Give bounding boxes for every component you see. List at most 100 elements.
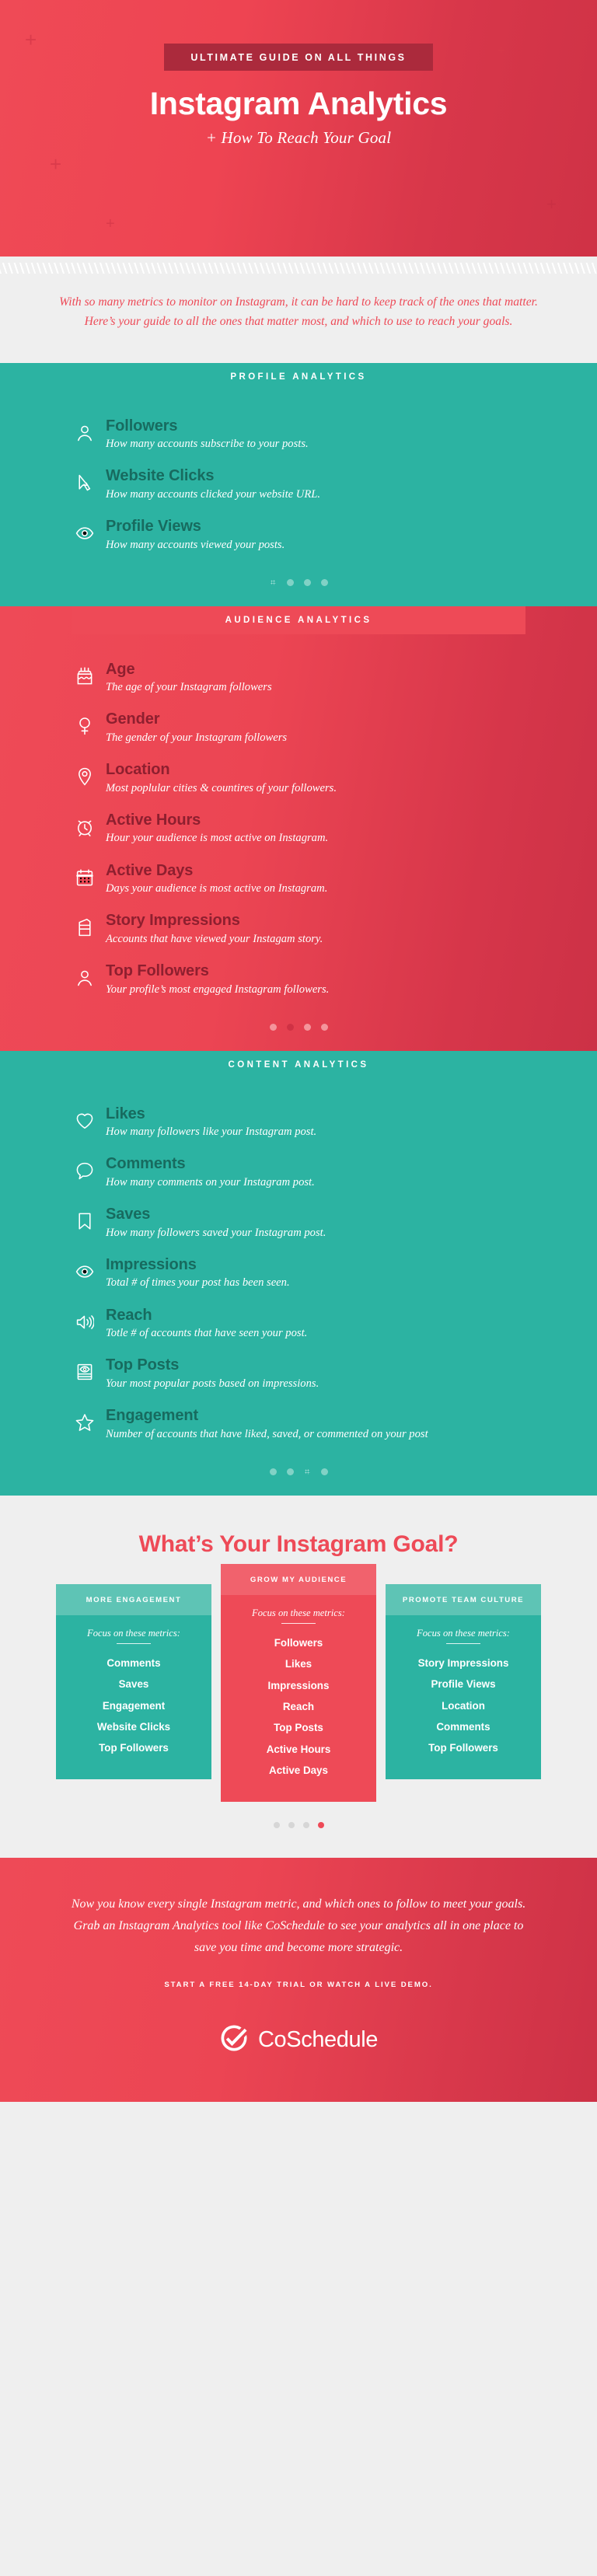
pagination-dot[interactable] <box>320 1468 328 1475</box>
section-body: Age The age of your Instagram followers Ge… <box>0 634 597 997</box>
metric-title: Top Posts <box>106 1356 180 1374</box>
goal-card-grow-my-audience[interactable]: Grow My Audience Focus on these metrics: F… <box>221 1563 376 1802</box>
section-body: Followers How many accounts subscribe to … <box>0 391 597 553</box>
pagination-dot[interactable] <box>269 1023 277 1031</box>
hero-subtitle: + How To Reach Your Goal <box>205 128 392 148</box>
pagination-dot[interactable] <box>288 1821 295 1828</box>
pagination-dot[interactable] <box>270 579 277 586</box>
goal-card-metric: Followers <box>274 1636 323 1649</box>
analytics-sections: Profile Analytics Followers How many accou… <box>0 362 597 1496</box>
metric-title: Engagement <box>106 1407 199 1424</box>
gender-icon <box>72 710 98 735</box>
metric-text: Top Followers Your profile’s most engaged… <box>98 962 525 997</box>
section-pagination-dots[interactable] <box>0 1013 597 1051</box>
divider <box>281 1622 316 1624</box>
plus-decoration-icon: + <box>546 194 557 214</box>
plus-decoration-icon: + <box>106 215 115 232</box>
calendar-icon <box>72 862 98 887</box>
divider <box>117 1642 151 1644</box>
metric-row: Top Followers Your profile’s most engaged… <box>72 962 525 997</box>
cursor-icon <box>72 467 98 492</box>
pagination-dot[interactable] <box>320 578 328 586</box>
hero-banner: + + + + + Ultimate Guide on All Things I… <box>0 0 597 257</box>
metric-text: Followers How many accounts subscribe to … <box>98 417 525 452</box>
metric-title: Story Impressions <box>106 912 240 930</box>
pagination-dot[interactable] <box>303 578 311 586</box>
goal-card-metric: Comments <box>106 1656 161 1669</box>
pagination-dot[interactable] <box>303 1023 311 1031</box>
metric-description: How many followers saved your Instagram … <box>106 1226 326 1239</box>
metric-text: Active Hours Hour your audience is most a… <box>98 812 525 846</box>
heart-icon <box>72 1105 98 1130</box>
metric-row: Location Most poplular cities & countires… <box>72 761 525 796</box>
section-header-content-analytics: Content Analytics <box>72 1050 525 1079</box>
pagination-dot[interactable] <box>273 1821 280 1828</box>
section-pagination-dots[interactable] <box>0 568 597 606</box>
metric-description: The age of your Instagram followers <box>106 681 272 694</box>
brand-name: CoSchedule <box>258 2026 378 2052</box>
metric-description: Accounts that have viewed your Instagam … <box>106 932 323 945</box>
pagination-dot[interactable] <box>302 1821 309 1828</box>
metric-row: Likes How many followers like your Instag… <box>72 1105 525 1140</box>
metric-text: Website Clicks How many accounts clicked … <box>98 467 525 502</box>
goal-pagination-dots[interactable] <box>0 1802 597 1834</box>
brand-lockup: CoSchedule <box>67 2023 530 2057</box>
metric-title: Active Days <box>106 861 194 879</box>
coschedule-check-icon <box>219 2023 249 2057</box>
metric-text: Profile Views How many accounts viewed yo… <box>98 518 525 553</box>
goal-card-body: Focus on these metrics: Comments Saves Enga… <box>56 1615 211 1764</box>
section-audience-analytics: Audience Analytics Age The age of your Ins… <box>0 606 597 1051</box>
metric-row: Top Posts Your most popular posts based o… <box>72 1356 525 1391</box>
pagination-dot[interactable] <box>286 578 294 586</box>
section-profile-analytics: Profile Analytics Followers How many accou… <box>0 362 597 606</box>
pagination-dot[interactable] <box>286 1023 294 1031</box>
pagination-dot[interactable] <box>304 1468 311 1475</box>
divider <box>446 1642 480 1644</box>
metric-title: Saves <box>106 1206 151 1223</box>
metric-text: Location Most poplular cities & countires… <box>98 761 525 796</box>
pagination-dot[interactable] <box>317 1821 324 1828</box>
goal-card-promote-team-culture[interactable]: Promote Team Culture Focus on these metri… <box>386 1583 541 1779</box>
footer-cta-link[interactable]: Start a Free 14-Day Trial or Watch a Liv… <box>67 1981 530 1989</box>
section-header-wrap: Content Analytics <box>0 1050 597 1079</box>
goal-card-focus-label: Focus on these metrics: <box>252 1607 345 1618</box>
section-header-profile-analytics: Profile Analytics <box>72 362 525 391</box>
plus-decoration-icon: + <box>50 152 62 176</box>
metric-title: Profile Views <box>106 517 201 535</box>
star-icon <box>72 1407 98 1432</box>
eye-icon <box>72 518 98 543</box>
person-icon <box>72 962 98 987</box>
metric-title: Followers <box>106 417 178 435</box>
comment-icon <box>72 1155 98 1180</box>
metric-row: Age The age of your Instagram followers <box>72 661 525 696</box>
metric-title: Reach <box>106 1306 152 1324</box>
goal-card-body: Focus on these metrics: Story Impressions… <box>386 1615 541 1764</box>
goal-card-metric: Story Impressions <box>417 1656 509 1669</box>
section-body: Likes How many followers like your Instag… <box>0 1079 597 1442</box>
metric-text: Comments How many comments on your Instag… <box>98 1155 525 1190</box>
metric-row: Comments How many comments on your Instag… <box>72 1155 525 1190</box>
infographic-page: + + + + + Ultimate Guide on All Things I… <box>0 0 597 2576</box>
metric-title: Comments <box>106 1155 186 1173</box>
pagination-dot[interactable] <box>320 1023 328 1031</box>
goal-card-more-engagement[interactable]: More Engagement Focus on these metrics: Co… <box>56 1583 211 1779</box>
pagination-dot[interactable] <box>286 1468 294 1475</box>
metric-text: Gender The gender of your Instagram follo… <box>98 710 525 745</box>
footer-copy: Now you know every single Instagram metr… <box>71 1897 526 1954</box>
metric-title: Active Hours <box>106 811 201 829</box>
page-title: Instagram Analytics <box>149 86 448 121</box>
goal-card-metric: Comments <box>436 1720 491 1733</box>
metric-row: Story Impressions Accounts that have view… <box>72 912 525 947</box>
metric-title: Impressions <box>106 1255 197 1273</box>
person-icon <box>72 417 98 442</box>
metric-text: Top Posts Your most popular posts based o… <box>98 1356 525 1391</box>
goal-card-focus-label: Focus on these metrics: <box>87 1627 180 1639</box>
metric-title: Top Followers <box>106 962 209 979</box>
section-pagination-dots[interactable] <box>0 1457 597 1496</box>
metric-title: Likes <box>106 1105 145 1122</box>
metric-text: Impressions Total # of times your post ha… <box>98 1256 525 1291</box>
goal-section: What’s Your Instagram Goal? More Engagem… <box>0 1495 597 1858</box>
metric-row: Engagement Number of accounts that have l… <box>72 1407 525 1442</box>
pagination-dot[interactable] <box>269 1468 277 1475</box>
goal-card-metric: Active Days <box>269 1764 328 1777</box>
